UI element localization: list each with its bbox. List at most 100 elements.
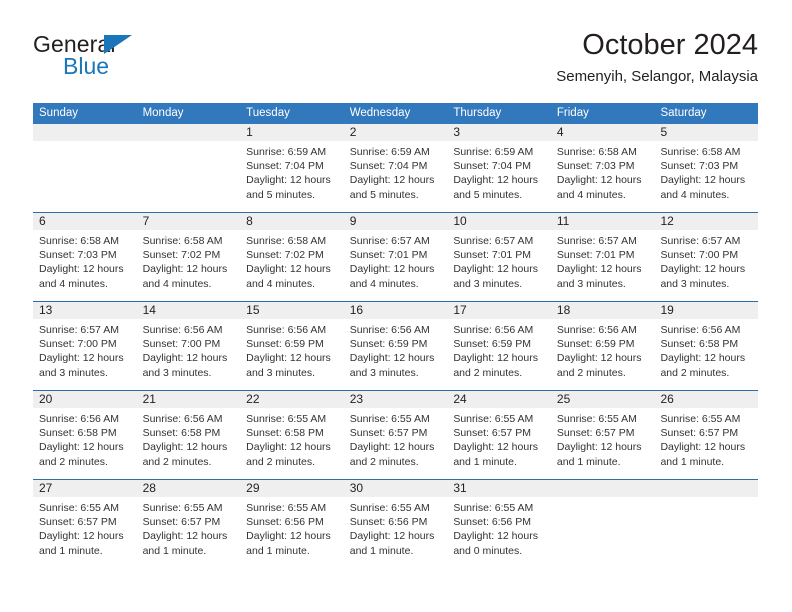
- calendar-day-cell[interactable]: 17 Sunrise: 6:56 AM Sunset: 6:59 PM Dayligh…: [447, 302, 551, 390]
- calendar-day-cell[interactable]: 15 Sunrise: 6:56 AM Sunset: 6:59 PM Dayligh…: [240, 302, 344, 390]
- calendar-day-cell[interactable]: 20 Sunrise: 6:56 AM Sunset: 6:58 PM Dayligh…: [33, 391, 137, 479]
- daylight-text: Daylight: 12 hours and 4 minutes.: [349, 263, 435, 290]
- calendar-day-cell[interactable]: 8 Sunrise: 6:58 AM Sunset: 7:02 PM Daylight…: [240, 213, 344, 301]
- calendar-day-cell[interactable]: 19 Sunrise: 6:56 AM Sunset: 6:58 PM Dayligh…: [654, 302, 758, 390]
- day-sun-info: Sunrise: 6:55 AM Sunset: 6:57 PM Daylight:…: [557, 412, 649, 469]
- sunset-text: Sunset: 7:04 PM: [246, 160, 324, 173]
- calendar-day-cell[interactable]: 6 Sunrise: 6:58 AM Sunset: 7:03 PM Daylight…: [33, 213, 137, 301]
- calendar-day-cell[interactable]: 24 Sunrise: 6:55 AM Sunset: 6:57 PM Dayligh…: [447, 391, 551, 479]
- calendar-day-cell[interactable]: 25 Sunrise: 6:55 AM Sunset: 6:57 PM Dayligh…: [551, 391, 655, 479]
- sunrise-text: Sunrise: 6:56 AM: [349, 324, 430, 336]
- sunset-text: Sunset: 6:58 PM: [39, 427, 117, 440]
- calendar-day-cell[interactable]: 2 Sunrise: 6:59 AM Sunset: 7:04 PM Daylight…: [344, 124, 448, 212]
- sunrise-text: Sunrise: 6:59 AM: [246, 146, 327, 158]
- calendar-week-row: 27 Sunrise: 6:55 AM Sunset: 6:57 PM Dayligh…: [33, 479, 758, 568]
- day-number: 28: [142, 481, 156, 495]
- daylight-text: Daylight: 12 hours and 1 minute.: [246, 530, 331, 557]
- day-sun-info: Sunrise: 6:56 AM Sunset: 6:59 PM Daylight:…: [350, 323, 442, 380]
- daylight-text: Daylight: 12 hours and 1 minute.: [142, 530, 228, 557]
- calendar-day-cell[interactable]: 27 Sunrise: 6:55 AM Sunset: 6:57 PM Dayligh…: [33, 480, 137, 568]
- sunrise-text: Sunrise: 6:56 AM: [246, 324, 327, 336]
- logo-text-blue: Blue: [63, 53, 110, 79]
- sunset-text: Sunset: 7:03 PM: [39, 249, 117, 262]
- day-number: 17: [453, 303, 467, 317]
- daylight-text: Daylight: 12 hours and 2 minutes.: [39, 441, 124, 468]
- day-number: 21: [142, 392, 156, 406]
- day-sun-info: Sunrise: 6:58 AM Sunset: 7:03 PM Daylight:…: [660, 145, 752, 202]
- general-blue-logo: General Blue: [33, 32, 213, 84]
- calendar-day-cell[interactable]: 14 Sunrise: 6:56 AM Sunset: 7:00 PM Dayligh…: [137, 302, 241, 390]
- daylight-text: Daylight: 12 hours and 3 minutes.: [349, 352, 435, 379]
- sunset-text: Sunset: 7:03 PM: [556, 160, 635, 173]
- calendar-grid: Sunday Monday Tuesday Wednesday Thursday Frid…: [33, 103, 758, 568]
- daylight-text: Daylight: 12 hours and 4 minutes.: [660, 174, 746, 201]
- weekday-header-sunday: Sunday: [39, 107, 79, 119]
- daylight-text: Daylight: 12 hours and 4 minutes.: [246, 263, 331, 290]
- daylight-text: Daylight: 12 hours and 5 minutes.: [349, 174, 435, 201]
- daylight-text: Daylight: 12 hours and 2 minutes.: [349, 441, 435, 468]
- calendar-day-cell[interactable]: 16 Sunrise: 6:56 AM Sunset: 6:59 PM Dayligh…: [344, 302, 448, 390]
- calendar-day-cell[interactable]: 21 Sunrise: 6:56 AM Sunset: 6:58 PM Dayligh…: [137, 391, 241, 479]
- weekday-header-row: Sunday Monday Tuesday Wednesday Thursday Frid…: [33, 103, 758, 124]
- day-number: 30: [349, 481, 364, 495]
- sunrise-text: Sunrise: 6:56 AM: [142, 413, 223, 425]
- day-sun-info: Sunrise: 6:57 AM Sunset: 7:00 PM Daylight:…: [39, 323, 131, 380]
- calendar-day-cell[interactable]: 26 Sunrise: 6:55 AM Sunset: 6:57 PM Dayligh…: [654, 391, 758, 479]
- day-sun-info: Sunrise: 6:56 AM Sunset: 6:59 PM Daylight:…: [557, 323, 649, 380]
- day-number: 23: [349, 392, 364, 406]
- sunrise-text: Sunrise: 6:57 AM: [349, 235, 430, 247]
- day-number: 1: [246, 125, 253, 139]
- day-number: 11: [556, 214, 570, 228]
- sunset-text: Sunset: 6:56 PM: [349, 516, 428, 529]
- daylight-text: Daylight: 12 hours and 3 minutes.: [39, 352, 124, 379]
- calendar-day-cell[interactable]: 9 Sunrise: 6:57 AM Sunset: 7:01 PM Daylight…: [344, 213, 448, 301]
- calendar-day-cell[interactable]: 1 Sunrise: 6:59 AM Sunset: 7:04 PM Daylight…: [240, 124, 344, 212]
- day-sun-info: Sunrise: 6:56 AM Sunset: 6:59 PM Daylight:…: [453, 323, 545, 380]
- sunrise-text: Sunrise: 6:55 AM: [453, 502, 534, 514]
- day-number: 3: [453, 125, 460, 139]
- daylight-text: Daylight: 12 hours and 2 minutes.: [556, 352, 642, 379]
- day-sun-info: Sunrise: 6:55 AM Sunset: 6:57 PM Daylight:…: [39, 501, 131, 558]
- sunrise-text: Sunrise: 6:55 AM: [142, 502, 223, 514]
- calendar-day-cell[interactable]: 31 Sunrise: 6:55 AM Sunset: 6:56 PM Dayligh…: [447, 480, 551, 568]
- sunset-text: Sunset: 7:04 PM: [453, 160, 531, 173]
- calendar-day-cell[interactable]: 4 Sunrise: 6:58 AM Sunset: 7:03 PM Daylight…: [551, 124, 655, 212]
- page-title: October 2024: [582, 29, 758, 61]
- calendar-day-cell[interactable]: 13 Sunrise: 6:57 AM Sunset: 7:00 PM Dayligh…: [33, 302, 137, 390]
- sunset-text: Sunset: 6:57 PM: [349, 427, 428, 440]
- day-number: 5: [660, 125, 668, 139]
- day-sun-info: Sunrise: 6:56 AM Sunset: 6:58 PM Daylight:…: [660, 323, 752, 380]
- day-sun-info: Sunrise: 6:56 AM Sunset: 6:59 PM Daylight:…: [246, 323, 338, 380]
- day-sun-info: Sunrise: 6:57 AM Sunset: 7:01 PM Daylight:…: [557, 234, 649, 291]
- calendar-day-cell[interactable]: 29 Sunrise: 6:55 AM Sunset: 6:56 PM Dayligh…: [240, 480, 344, 568]
- calendar-day-cell[interactable]: 23 Sunrise: 6:55 AM Sunset: 6:57 PM Dayligh…: [344, 391, 448, 479]
- calendar-day-cell-empty: [654, 480, 758, 568]
- sunset-text: Sunset: 6:57 PM: [556, 427, 635, 440]
- sunrise-text: Sunrise: 6:55 AM: [39, 502, 119, 514]
- calendar-day-cell[interactable]: 30 Sunrise: 6:55 AM Sunset: 6:56 PM Dayligh…: [344, 480, 448, 568]
- sunset-text: Sunset: 7:01 PM: [556, 249, 635, 262]
- sunrise-text: Sunrise: 6:55 AM: [453, 413, 534, 425]
- calendar-day-cell[interactable]: 10 Sunrise: 6:57 AM Sunset: 7:01 PM Dayligh…: [447, 213, 551, 301]
- sunrise-text: Sunrise: 6:57 AM: [660, 235, 741, 247]
- calendar-day-cell[interactable]: 7 Sunrise: 6:58 AM Sunset: 7:02 PM Daylight…: [137, 213, 241, 301]
- daylight-text: Daylight: 12 hours and 3 minutes.: [453, 263, 538, 290]
- sunrise-text: Sunrise: 6:55 AM: [349, 413, 430, 425]
- sunset-text: Sunset: 6:59 PM: [556, 338, 635, 351]
- day-number: 26: [660, 392, 674, 406]
- calendar-page: General Blue October 2024 Semenyih, Sela…: [0, 0, 792, 612]
- daylight-text: Daylight: 12 hours and 3 minutes.: [142, 352, 228, 379]
- sunrise-text: Sunrise: 6:56 AM: [453, 324, 534, 336]
- day-sun-info: Sunrise: 6:59 AM Sunset: 7:04 PM Daylight:…: [246, 145, 338, 202]
- daylight-text: Daylight: 12 hours and 1 minute.: [39, 530, 124, 557]
- calendar-day-cell[interactable]: 28 Sunrise: 6:55 AM Sunset: 6:57 PM Dayligh…: [137, 480, 241, 568]
- sunset-text: Sunset: 7:00 PM: [142, 338, 221, 351]
- calendar-day-cell[interactable]: 18 Sunrise: 6:56 AM Sunset: 6:59 PM Dayligh…: [551, 302, 655, 390]
- weekday-header-saturday: Saturday: [660, 107, 707, 119]
- sunset-text: Sunset: 7:03 PM: [660, 160, 739, 173]
- calendar-day-cell[interactable]: 12 Sunrise: 6:57 AM Sunset: 7:00 PM Dayligh…: [654, 213, 758, 301]
- calendar-day-cell[interactable]: 22 Sunrise: 6:55 AM Sunset: 6:58 PM Dayligh…: [240, 391, 344, 479]
- calendar-day-cell[interactable]: 3 Sunrise: 6:59 AM Sunset: 7:04 PM Daylight…: [447, 124, 551, 212]
- calendar-day-cell[interactable]: 5 Sunrise: 6:58 AM Sunset: 7:03 PM Daylight…: [654, 124, 758, 212]
- calendar-day-cell[interactable]: 11 Sunrise: 6:57 AM Sunset: 7:01 PM Dayligh…: [551, 213, 655, 301]
